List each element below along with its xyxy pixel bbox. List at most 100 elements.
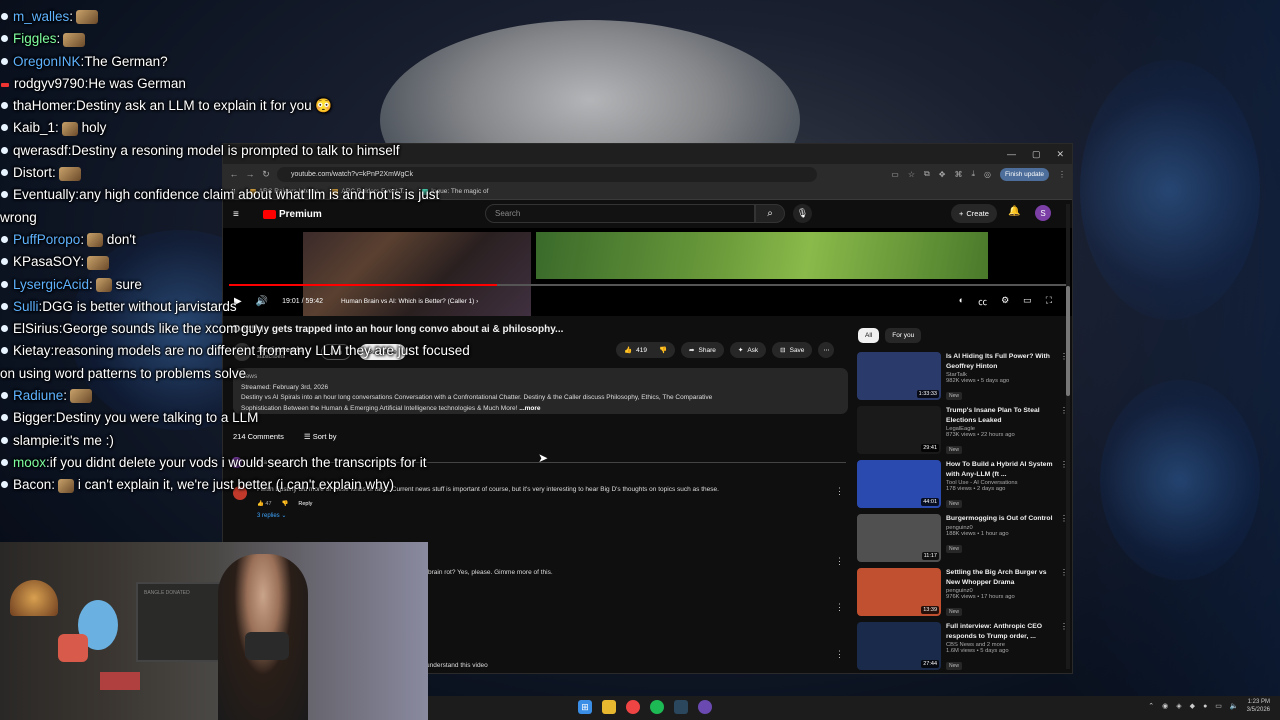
- volume-icon[interactable]: 🔈: [1230, 702, 1239, 710]
- theater-mode-icon[interactable]: ▭: [1023, 295, 1032, 308]
- chat-username[interactable]: OregonINK: [13, 54, 81, 69]
- browser-menu-icon[interactable]: ⋮: [1058, 170, 1066, 179]
- chat-username[interactable]: Figgles: [13, 31, 57, 46]
- video-thumbnail[interactable]: 27:44: [857, 622, 941, 670]
- chrome-icon[interactable]: [626, 700, 640, 714]
- comment-reply-button[interactable]: Reply: [298, 501, 312, 507]
- chat-username[interactable]: Distort: [13, 165, 52, 180]
- comment-menu-icon[interactable]: ⋮: [835, 556, 844, 567]
- tray-app-icon[interactable]: ◆: [1190, 702, 1195, 710]
- chat-username[interactable]: Bacon: [13, 477, 51, 492]
- comment-menu-icon[interactable]: ⋮: [835, 486, 844, 497]
- video-thumbnail[interactable]: 44:01: [857, 460, 941, 508]
- autoplay-toggle-icon[interactable]: ◐: [959, 295, 964, 308]
- chat-username[interactable]: moox: [13, 455, 46, 470]
- obs-icon[interactable]: [698, 700, 712, 714]
- account-avatar[interactable]: S: [1035, 205, 1051, 221]
- tray-chevron-icon[interactable]: ⌃: [1148, 702, 1154, 710]
- puzzle-icon[interactable]: ⌘: [954, 170, 962, 179]
- recommended-video[interactable]: 44:01 How To Build a Hybrid AI System wit…: [857, 460, 1068, 510]
- recommended-video[interactable]: 27:44 Full interview: Anthropic CEO respo…: [857, 622, 1068, 672]
- page-scrollbar[interactable]: [1066, 204, 1070, 669]
- chat-username[interactable]: Radiune: [13, 388, 63, 403]
- chat-username[interactable]: Kietay: [13, 343, 51, 358]
- recommended-title[interactable]: Burgermogging is Out of Control: [946, 514, 1054, 524]
- search-input[interactable]: Search: [485, 204, 755, 223]
- chat-username[interactable]: qwerasdf: [13, 143, 68, 158]
- minimize-button[interactable]: —: [1007, 149, 1016, 159]
- tray-app-icon[interactable]: ●: [1203, 703, 1207, 710]
- thumbs-down-icon[interactable]: 👎: [659, 346, 667, 354]
- recommended-title[interactable]: Full interview: Anthropic CEO responds t…: [946, 622, 1054, 641]
- notifications-bell-icon[interactable]: 🔔: [1008, 206, 1020, 217]
- chat-username[interactable]: Eventually: [13, 187, 75, 202]
- share-button[interactable]: ➦ Share: [681, 342, 724, 358]
- cast-icon[interactable]: ▭: [891, 170, 899, 179]
- fullscreen-icon[interactable]: ⛶: [1046, 295, 1052, 308]
- chat-username[interactable]: thaHomer: [13, 98, 72, 113]
- chip-for-you[interactable]: For you: [885, 328, 922, 343]
- recommended-video[interactable]: 1:33:33 Is AI Hiding Its Full Power? With…: [857, 352, 1068, 402]
- tray-app-icon[interactable]: ◉: [1162, 702, 1168, 710]
- chat-username[interactable]: PuffPoropo: [13, 232, 80, 247]
- video-thumbnail[interactable]: 29:41: [857, 406, 941, 454]
- video-thumbnail[interactable]: 1:33:33: [857, 352, 941, 400]
- maximize-button[interactable]: ▢: [1032, 149, 1041, 160]
- settings-gear-icon[interactable]: ⚙: [1001, 295, 1009, 308]
- save-bookmark-icon: ⊟: [780, 347, 786, 354]
- spotify-icon[interactable]: [650, 700, 664, 714]
- download-icon[interactable]: ⤓: [971, 169, 975, 179]
- recommended-video[interactable]: 13:39 Settling the Big Arch Burger vs New…: [857, 568, 1068, 618]
- chat-username[interactable]: LysergicAcid: [13, 277, 89, 292]
- chat-username[interactable]: KPasaSOY: [13, 254, 81, 269]
- scrollbar-thumb[interactable]: [1066, 286, 1070, 396]
- like-button[interactable]: 👍 419 👎: [616, 342, 676, 358]
- captions-icon[interactable]: ㏄: [978, 295, 987, 308]
- chat-emote-icon: [87, 255, 110, 270]
- system-clock[interactable]: 1:23 PM 3/5/2026: [1247, 698, 1270, 714]
- profile-icon[interactable]: ◎: [984, 170, 991, 179]
- comment-replies-toggle[interactable]: 3 replies ⌄: [257, 512, 833, 519]
- save-button[interactable]: ⊟ Save: [772, 342, 813, 358]
- description-more-link[interactable]: ...more: [519, 405, 540, 412]
- close-button[interactable]: ✕: [1056, 149, 1064, 160]
- microphone-icon[interactable]: 🎙: [793, 204, 812, 223]
- extension-icon[interactable]: ⧉: [924, 169, 930, 179]
- comment-menu-icon[interactable]: ⋮: [835, 602, 844, 613]
- create-button[interactable]: + Create: [951, 204, 997, 223]
- tray-app-icon[interactable]: ◈: [1176, 702, 1181, 710]
- video-duration: 44:01: [921, 498, 939, 506]
- video-thumbnail[interactable]: 13:39: [857, 568, 941, 616]
- more-actions-icon[interactable]: ⋯: [818, 342, 835, 358]
- network-icon[interactable]: ▭: [1215, 702, 1222, 710]
- chat-username[interactable]: rodgyv9790: [14, 76, 85, 91]
- comment-menu-icon[interactable]: ⋮: [835, 649, 844, 660]
- windows-start-icon[interactable]: ⊞: [578, 700, 592, 714]
- chat-username[interactable]: Kaib_1: [13, 120, 55, 135]
- chat-username[interactable]: Bigger: [13, 410, 52, 425]
- recommended-video[interactable]: 11:17 Burgermogging is Out of Control peng…: [857, 514, 1068, 564]
- video-actions: 👍 419 👎 ➦ Share ✦ Ask ⊟ Save ⋯: [616, 342, 835, 358]
- search-icon[interactable]: ⌕: [755, 204, 785, 223]
- chat-username[interactable]: Sulli: [13, 299, 39, 314]
- ask-button[interactable]: ✦ Ask: [729, 342, 767, 358]
- chat-username[interactable]: m_walles: [13, 9, 69, 24]
- comment-like-button[interactable]: 👍 47: [257, 501, 272, 507]
- recommended-video[interactable]: 29:41 Trump's Insane Plan To Steal Electi…: [857, 406, 1068, 456]
- chat-message: Kietay:reasoning models are no different…: [0, 343, 470, 381]
- chat-username[interactable]: slampie: [13, 433, 60, 448]
- chat-message: Radiune:: [0, 385, 470, 407]
- finish-update-button[interactable]: Finish update: [999, 167, 1049, 181]
- comment-dislike-icon[interactable]: 👎: [282, 501, 289, 507]
- chip-all[interactable]: All: [858, 328, 880, 343]
- recommended-title[interactable]: Trump's Insane Plan To Steal Elections L…: [946, 406, 1054, 425]
- recommended-title[interactable]: How To Build a Hybrid AI System with Any…: [946, 460, 1054, 479]
- file-explorer-icon[interactable]: [602, 700, 616, 714]
- bookmark-star-icon[interactable]: ☆: [908, 170, 915, 179]
- video-thumbnail[interactable]: 11:17: [857, 514, 941, 562]
- extension-icon[interactable]: ✥: [939, 170, 946, 179]
- chat-username[interactable]: ElSirius: [13, 321, 59, 336]
- steam-icon[interactable]: [674, 700, 688, 714]
- recommended-title[interactable]: Is AI Hiding Its Full Power? With Geoffr…: [946, 352, 1054, 371]
- recommended-title[interactable]: Settling the Big Arch Burger vs New Whop…: [946, 568, 1054, 587]
